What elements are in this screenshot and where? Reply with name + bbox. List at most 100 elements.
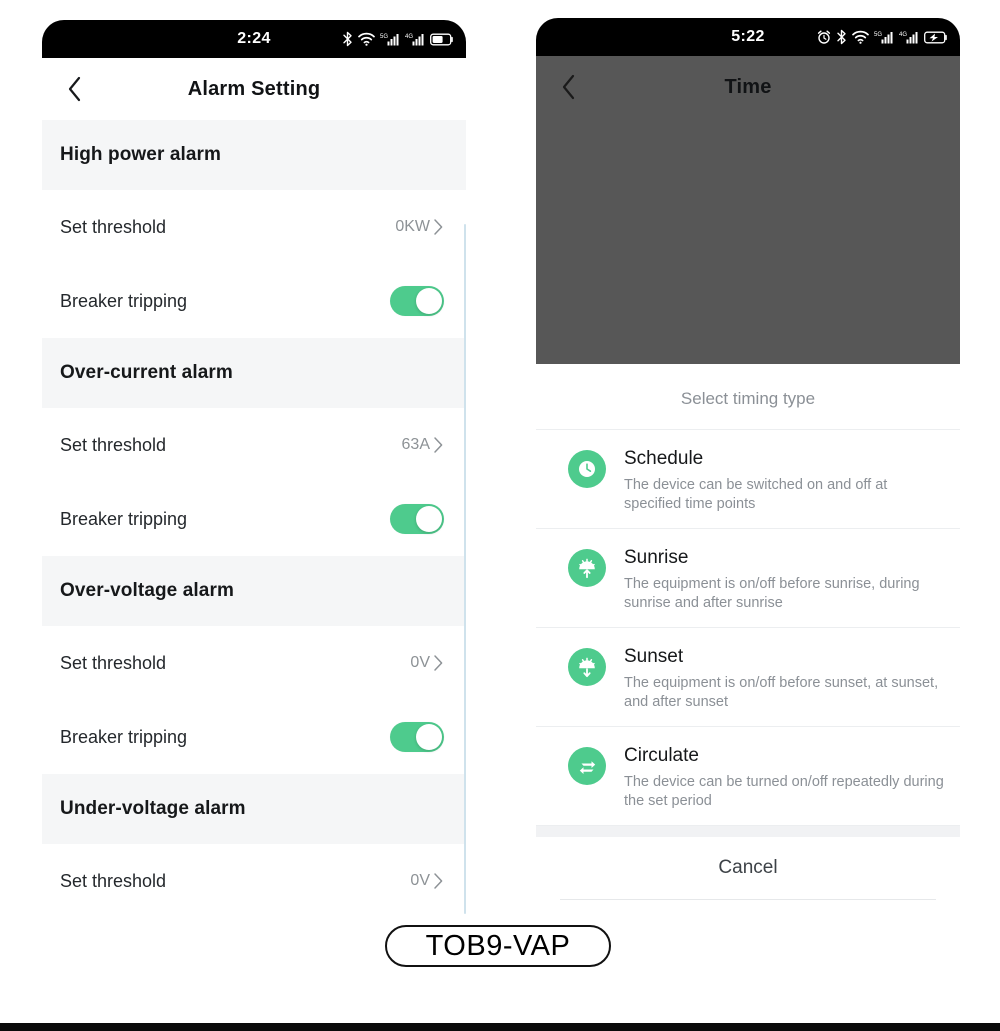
nav-bar-left: Alarm Setting (42, 58, 466, 120)
signal-4g-icon: 4G (405, 34, 424, 46)
row-value: 0V (410, 872, 430, 889)
nav-bar-right: Time (536, 56, 960, 118)
circulate-icon (568, 747, 606, 785)
chevron-right-icon (434, 437, 443, 453)
row-value: 0V (410, 654, 430, 671)
row-value-group: 63A (402, 436, 444, 454)
row-label: Breaker tripping (60, 290, 188, 311)
group-header-over-current: Over-current alarm (42, 338, 466, 408)
row-set-threshold-over-voltage[interactable]: Set threshold 0V (42, 626, 466, 700)
timing-type-sheet: Select timing type Schedule The device c… (536, 368, 960, 900)
status-time: 2:24 (237, 30, 271, 47)
row-value-group: 0KW (395, 218, 444, 236)
group-header-label: Over-voltage alarm (60, 580, 234, 601)
status-icons: 5G 4G (342, 30, 454, 48)
chevron-right-icon (434, 219, 443, 235)
row-label: Breaker tripping (60, 508, 188, 529)
option-schedule[interactable]: Schedule The device can be switched on a… (536, 430, 960, 529)
toggle-knob (416, 724, 442, 750)
breaker-tripping-toggle[interactable] (390, 286, 444, 316)
bluetooth-icon (343, 31, 352, 47)
phone-left: 2:24 5G 4G Alarm Setting High power alar… (42, 20, 466, 925)
cancel-button[interactable]: Cancel (536, 837, 960, 899)
status-icons: 5G 4G (817, 28, 948, 46)
svg-text:5G: 5G (874, 32, 882, 38)
chevron-left-icon (562, 74, 575, 100)
row-value-group: 0V (410, 872, 444, 890)
status-time: 5:22 (731, 28, 765, 45)
option-text: Schedule The device can be switched on a… (624, 444, 944, 514)
dim-overlay[interactable] (536, 118, 960, 364)
row-breaker-tripping-over-voltage[interactable]: Breaker tripping (42, 700, 466, 774)
bottom-bar (0, 1023, 1000, 1031)
scrollbar[interactable] (464, 224, 466, 914)
signal-4g-icon: 4G (899, 32, 918, 44)
sheet-title: Select timing type (536, 368, 960, 430)
group-header-high-power: High power alarm (42, 120, 466, 190)
group-header-label: Under-voltage alarm (60, 798, 246, 819)
alarm-clock-icon (817, 30, 831, 44)
option-title: Sunrise (624, 547, 689, 568)
group-header-under-voltage: Under-voltage alarm (42, 774, 466, 844)
option-circulate[interactable]: Circulate The device can be turned on/of… (536, 727, 960, 826)
phone-right: 5:22 5G 4G Time Select timing type Sched… (536, 18, 960, 900)
sheet-bottom-rule (560, 899, 936, 900)
sheet-divider (536, 826, 960, 837)
back-button[interactable] (552, 70, 586, 104)
option-text: Circulate The device can be turned on/of… (624, 741, 944, 811)
clock-icon (568, 450, 606, 488)
model-label: TOB9-VAP (425, 929, 571, 962)
model-badge: TOB9-VAP (385, 925, 611, 967)
row-set-threshold-over-current[interactable]: Set threshold 63A (42, 408, 466, 482)
option-text: Sunrise The equipment is on/off before s… (624, 543, 944, 613)
toggle-knob (416, 288, 442, 314)
row-label: Set threshold (60, 216, 167, 237)
option-title: Circulate (624, 745, 699, 766)
option-description: The equipment is on/off before sunset, a… (624, 675, 939, 710)
option-description: The equipment is on/off before sunrise, … (624, 576, 920, 611)
option-text: Sunset The equipment is on/off before su… (624, 642, 944, 712)
back-button[interactable] (58, 72, 92, 106)
row-set-threshold-high-power[interactable]: Set threshold 0KW (42, 190, 466, 264)
status-bar-right: 5:22 5G 4G (536, 18, 960, 56)
page-title: Alarm Setting (187, 77, 321, 100)
breaker-tripping-toggle[interactable] (390, 504, 444, 534)
option-title: Sunset (624, 646, 684, 667)
page-title: Time (724, 75, 772, 98)
option-description: The device can be switched on and off at… (624, 477, 888, 512)
chevron-right-icon (434, 873, 443, 889)
row-breaker-tripping-high-power[interactable]: Breaker tripping (42, 264, 466, 338)
group-header-over-voltage: Over-voltage alarm (42, 556, 466, 626)
wifi-icon (852, 30, 869, 44)
row-value-group: 0V (410, 654, 444, 672)
svg-text:4G: 4G (405, 34, 413, 40)
option-sunrise[interactable]: Sunrise The equipment is on/off before s… (536, 529, 960, 628)
toggle-knob (416, 506, 442, 532)
option-description: The device can be turned on/off repeated… (624, 774, 944, 809)
option-title: Schedule (624, 448, 704, 469)
row-set-threshold-under-voltage[interactable]: Set threshold 0V (42, 844, 466, 918)
sunrise-icon (568, 549, 606, 587)
sunset-icon (568, 648, 606, 686)
alarm-settings-list: High power alarm Set threshold 0KW Break… (42, 120, 466, 918)
row-value: 0KW (395, 218, 430, 235)
bluetooth-icon (837, 29, 846, 45)
row-label: Set threshold (60, 652, 167, 673)
option-sunset[interactable]: Sunset The equipment is on/off before su… (536, 628, 960, 727)
wifi-icon (358, 32, 375, 46)
chevron-left-icon (68, 76, 81, 102)
battery-icon (430, 33, 453, 45)
breaker-tripping-toggle[interactable] (390, 722, 444, 752)
row-breaker-tripping-over-current[interactable]: Breaker tripping (42, 482, 466, 556)
row-value: 63A (401, 436, 430, 453)
screenshot-root: 2:24 5G 4G Alarm Setting High power alar… (0, 0, 1000, 1031)
battery-charging-icon (924, 31, 947, 43)
svg-text:4G: 4G (899, 32, 907, 38)
row-label: Set threshold (60, 434, 167, 455)
row-label: Breaker tripping (60, 726, 188, 747)
group-header-label: High power alarm (60, 144, 222, 165)
signal-5g-icon: 5G (874, 32, 893, 44)
signal-5g-icon: 5G (380, 34, 399, 46)
status-bar-left: 2:24 5G 4G (42, 20, 466, 58)
group-header-label: Over-current alarm (60, 362, 233, 383)
